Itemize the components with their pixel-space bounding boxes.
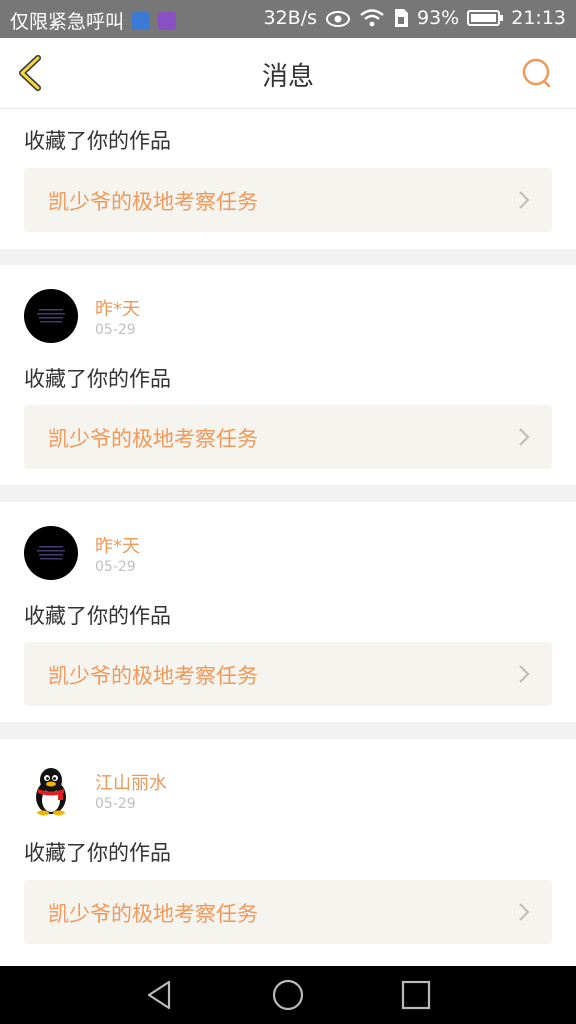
avatar-image <box>37 309 65 323</box>
penguin-avatar-icon <box>36 768 66 816</box>
carrier-text: 仅限紧急呼叫 <box>10 11 125 33</box>
avatar[interactable] <box>24 763 78 817</box>
recents-square-icon[interactable] <box>399 978 433 1012</box>
username[interactable]: 昨*天 <box>95 295 140 321</box>
clock: 21:13 <box>511 7 566 29</box>
action-text: 收藏了你的作品 <box>24 604 171 628</box>
chevron-right-icon <box>519 428 530 446</box>
message-list[interactable]: 收藏了你的作品 凯少爷的极地考察任务 昨*天 05-29 收藏了你的作品 凯少爷… <box>0 109 576 966</box>
list-item: 江山丽水 05-29 收藏了你的作品 凯少爷的极地考察任务 <box>0 739 576 966</box>
page-title: 消息 <box>261 62 314 92</box>
avatar-image <box>37 546 65 560</box>
chevron-right-icon <box>519 665 530 683</box>
work-link[interactable]: 凯少爷的极地考察任务 <box>24 880 552 944</box>
battery-icon <box>467 10 504 26</box>
system-nav-bar <box>0 966 576 1024</box>
work-title: 凯少爷的极地考察任务 <box>48 902 258 926</box>
work-link[interactable]: 凯少爷的极地考察任务 <box>24 405 552 469</box>
notification-app-icon <box>132 11 151 30</box>
wifi-icon <box>360 9 384 27</box>
action-text: 收藏了你的作品 <box>24 129 171 153</box>
app-header: 消息 <box>0 38 576 109</box>
home-circle-icon[interactable] <box>271 978 305 1012</box>
status-right: 32B/s 93% 21:13 <box>263 7 566 29</box>
battery-percent: 93% <box>417 7 460 29</box>
list-item: 收藏了你的作品 凯少爷的极地考察任务 <box>0 109 576 249</box>
back-triangle-icon[interactable] <box>143 978 177 1012</box>
avatar[interactable] <box>24 526 78 580</box>
avatar[interactable] <box>24 289 78 343</box>
network-speed: 32B/s <box>263 7 317 29</box>
username[interactable]: 江山丽水 <box>95 769 167 795</box>
work-title: 凯少爷的极地考察任务 <box>48 664 258 688</box>
timestamp: 05-29 <box>95 322 136 338</box>
work-title: 凯少爷的极地考察任务 <box>48 427 258 451</box>
notification-app-icon-2 <box>158 11 177 30</box>
chevron-right-icon <box>519 903 530 921</box>
sim-icon <box>395 9 408 27</box>
action-text: 收藏了你的作品 <box>24 367 171 391</box>
status-bar: 仅限紧急呼叫 32B/s 93% 21:13 <box>0 0 576 38</box>
list-item: 昨*天 05-29 收藏了你的作品 凯少爷的极地考察任务 <box>0 265 576 485</box>
list-item: 昨*天 05-29 收藏了你的作品 凯少爷的极地考察任务 <box>0 502 576 722</box>
chevron-right-icon <box>519 191 530 209</box>
search-icon[interactable] <box>520 56 554 90</box>
timestamp: 05-29 <box>95 796 136 812</box>
action-text: 收藏了你的作品 <box>24 841 171 865</box>
username[interactable]: 昨*天 <box>95 532 140 558</box>
work-link[interactable]: 凯少爷的极地考察任务 <box>24 642 552 706</box>
status-left: 仅限紧急呼叫 <box>10 7 177 34</box>
work-link[interactable]: 凯少爷的极地考察任务 <box>24 168 552 232</box>
work-title: 凯少爷的极地考察任务 <box>48 190 258 214</box>
eye-icon <box>326 11 350 27</box>
timestamp: 05-29 <box>95 559 136 575</box>
